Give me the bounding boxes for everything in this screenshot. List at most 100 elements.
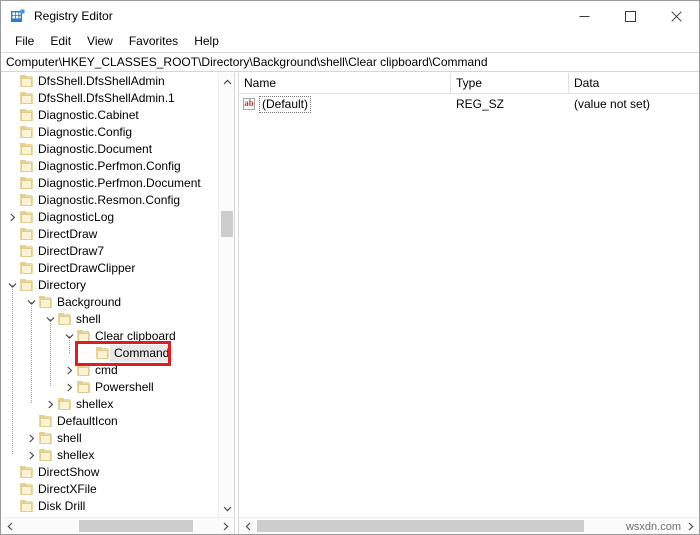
tree-guide-line	[31, 302, 32, 404]
content-area: DfsShell.DfsShellAdminDfsShell.DfsShellA…	[1, 73, 699, 534]
values-scroll-left-button[interactable]	[239, 518, 256, 534]
value-type-cell: REG_SZ	[451, 94, 569, 114]
folder-icon	[39, 449, 53, 462]
folder-icon	[20, 466, 34, 479]
folder-icon	[20, 500, 34, 513]
tree-item-diagnosticlog[interactable]: DiagnosticLog	[1, 209, 218, 226]
tree-expand-toggle[interactable]	[5, 209, 20, 226]
tree-item-shell[interactable]: shell	[1, 430, 218, 447]
column-header-data[interactable]: Data	[569, 73, 699, 93]
tree-scroll-up-button[interactable]	[219, 73, 234, 90]
tree-item-directdraw7[interactable]: DirectDraw7	[1, 243, 218, 260]
tree-item-label: DirectXFile	[34, 481, 97, 498]
tree-item-diagnostic-config[interactable]: Diagnostic.Config	[1, 124, 218, 141]
tree-item-label: Command	[110, 345, 173, 362]
menu-item-favorites[interactable]: Favorites	[121, 32, 186, 51]
menu-item-file[interactable]: File	[7, 32, 42, 51]
tree-hscroll-thumb[interactable]	[79, 520, 193, 532]
menu-item-view[interactable]: View	[79, 32, 121, 51]
folder-icon	[20, 245, 34, 258]
column-header-type[interactable]: Type	[451, 73, 569, 93]
tree-item-label: Diagnostic.Config	[34, 124, 132, 141]
tree-item-shell[interactable]: shell	[1, 311, 218, 328]
menu-item-help[interactable]: Help	[186, 32, 227, 51]
chevron-right-icon	[46, 400, 55, 409]
tree-item-clear-clipboard[interactable]: Clear clipboard	[1, 328, 218, 345]
chevron-right-icon	[27, 451, 36, 460]
tree-item-label: DfsShell.DfsShellAdmin.1	[34, 90, 175, 107]
tree-horizontal-scrollbar[interactable]	[1, 517, 234, 534]
folder-icon	[20, 177, 34, 190]
tree-scroll-left-button[interactable]	[1, 518, 18, 534]
tree-item-command[interactable]: Command	[1, 345, 218, 362]
address-path: Computer\HKEY_CLASSES_ROOT\Directory\Bac…	[6, 55, 488, 69]
tree-expand-toggle[interactable]	[62, 379, 77, 396]
folder-icon	[20, 160, 34, 173]
folder-icon	[39, 296, 53, 309]
tree-item-shellex[interactable]: shellex	[1, 396, 218, 413]
values-hscroll-thumb[interactable]	[257, 520, 584, 532]
minimize-button[interactable]	[561, 1, 607, 31]
tree-expander-placeholder	[5, 192, 20, 209]
tree-item-label: Powershell	[91, 379, 154, 396]
string-value-icon: ab	[243, 98, 256, 111]
tree-item-label: DirectDraw	[34, 226, 97, 243]
tree-item-diagnostic-document[interactable]: Diagnostic.Document	[1, 141, 218, 158]
folder-icon	[20, 194, 34, 207]
values-pane: Name Type Data ab (Default) REG_SZ (valu…	[239, 73, 699, 534]
tree-item-diagnostic-cabinet[interactable]: Diagnostic.Cabinet	[1, 107, 218, 124]
menu-item-edit[interactable]: Edit	[42, 32, 79, 51]
folder-icon	[20, 109, 34, 122]
tree-item-label: shellex	[53, 447, 94, 464]
tree-expander-placeholder	[5, 107, 20, 124]
close-button[interactable]	[653, 1, 699, 31]
minimize-icon	[579, 11, 590, 22]
address-bar[interactable]: Computer\HKEY_CLASSES_ROOT\Directory\Bac…	[1, 52, 699, 72]
tree-item-directory[interactable]: Directory	[1, 277, 218, 294]
table-row[interactable]: ab (Default) REG_SZ (value not set)	[239, 94, 699, 114]
chevron-right-icon	[8, 213, 17, 222]
value-name-cell[interactable]: ab (Default)	[239, 94, 451, 114]
tree-item-directxfile[interactable]: DirectXFile	[1, 481, 218, 498]
tree-item-directshow[interactable]: DirectShow	[1, 464, 218, 481]
tree-expander-placeholder	[5, 90, 20, 107]
tree-item-label: DefaultIcon	[53, 413, 118, 430]
tree-item-directdraw[interactable]: DirectDraw	[1, 226, 218, 243]
tree-expand-toggle[interactable]	[62, 362, 77, 379]
maximize-button[interactable]	[607, 1, 653, 31]
tree-item-cmd[interactable]: cmd	[1, 362, 218, 379]
tree-item-defaulticon[interactable]: DefaultIcon	[1, 413, 218, 430]
tree-item-diagnostic-perfmon-document[interactable]: Diagnostic.Perfmon.Document	[1, 175, 218, 192]
tree-item-label: DirectDraw7	[34, 243, 104, 260]
chevron-down-icon	[223, 506, 232, 512]
tree-expander-placeholder	[5, 124, 20, 141]
tree-item-disk-drill[interactable]: Disk Drill	[1, 498, 218, 515]
tree-scroll-down-button[interactable]	[219, 500, 234, 517]
tree-item-label: Diagnostic.Cabinet	[34, 107, 139, 124]
tree-guide-line	[50, 319, 51, 387]
tree-item-dfsshell-dfsshelladmin-1[interactable]: DfsShell.DfsShellAdmin.1	[1, 90, 218, 107]
values-scroll-right-button[interactable]	[682, 518, 699, 534]
tree-expand-toggle[interactable]	[24, 447, 39, 464]
tree-expander-placeholder	[5, 243, 20, 260]
tree-expander-placeholder	[5, 498, 20, 515]
tree-item-dfsshell-dfsshelladmin[interactable]: DfsShell.DfsShellAdmin	[1, 73, 218, 90]
tree-item-background[interactable]: Background	[1, 294, 218, 311]
tree-scroll-thumb[interactable]	[221, 211, 233, 237]
tree-item-label: Diagnostic.Perfmon.Config	[34, 158, 181, 175]
registry-tree[interactable]: DfsShell.DfsShellAdminDfsShell.DfsShellA…	[1, 73, 218, 517]
tree-expand-toggle[interactable]	[24, 430, 39, 447]
tree-item-label: DiagnosticLog	[34, 209, 114, 226]
tree-item-diagnostic-perfmon-config[interactable]: Diagnostic.Perfmon.Config	[1, 158, 218, 175]
tree-item-shellex[interactable]: shellex	[1, 447, 218, 464]
folder-icon	[20, 279, 34, 292]
tree-item-label: Diagnostic.Document	[34, 141, 152, 158]
folder-icon	[77, 364, 91, 377]
tree-scroll-right-button[interactable]	[217, 518, 234, 534]
tree-item-directdrawclipper[interactable]: DirectDrawClipper	[1, 260, 218, 277]
tree-vertical-scrollbar[interactable]	[218, 73, 234, 517]
tree-item-diagnostic-resmon-config[interactable]: Diagnostic.Resmon.Config	[1, 192, 218, 209]
tree-item-powershell[interactable]: Powershell	[1, 379, 218, 396]
tree-expand-toggle[interactable]	[43, 396, 58, 413]
column-header-name[interactable]: Name	[239, 73, 451, 93]
